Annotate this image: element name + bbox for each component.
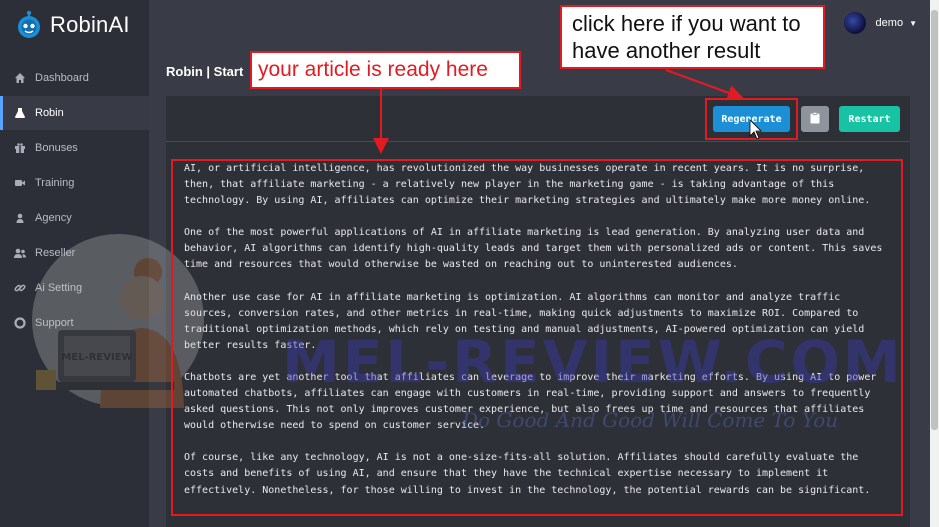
mouse-cursor-icon: [749, 119, 762, 140]
annotation-arrows: [373, 69, 762, 154]
arrow-to-regenerate: [665, 69, 744, 101]
